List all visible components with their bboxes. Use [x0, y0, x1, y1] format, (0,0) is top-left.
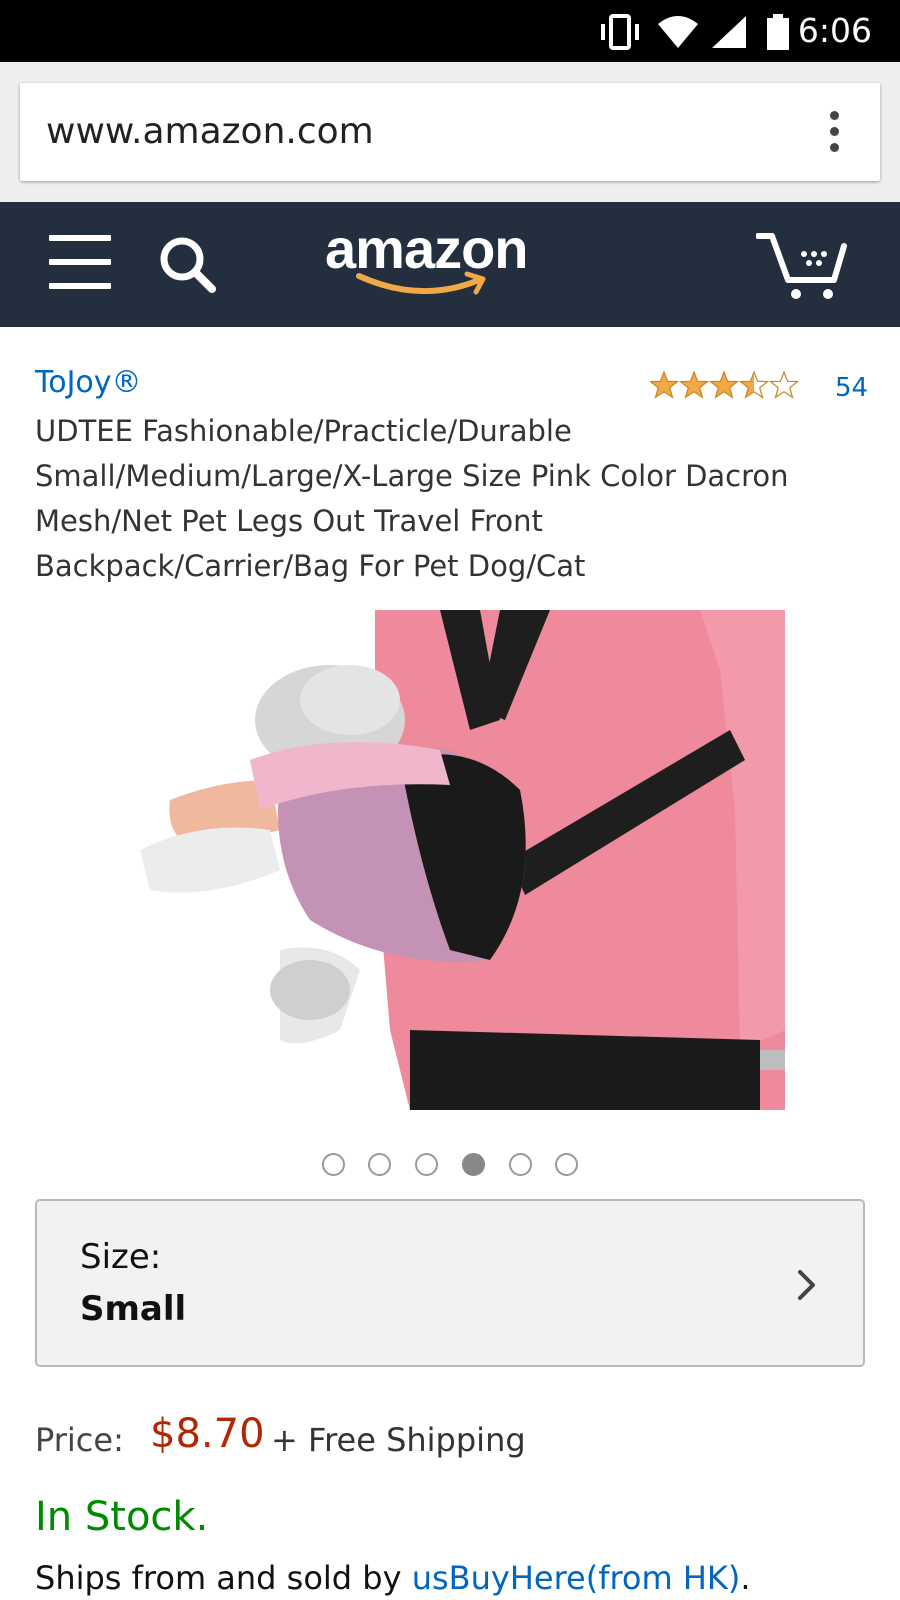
- size-selector[interactable]: Size: Small: [35, 1199, 865, 1367]
- carousel-dot[interactable]: [322, 1153, 345, 1176]
- shipping-info: + Free Shipping: [271, 1421, 526, 1459]
- product-title: UDTEE Fashionable/Practicle/Durable Smal…: [35, 414, 789, 583]
- menu-icon[interactable]: [49, 235, 111, 289]
- url-text[interactable]: www.amazon.com: [46, 111, 374, 152]
- search-icon[interactable]: [158, 235, 220, 297]
- overflow-menu-icon[interactable]: [828, 111, 840, 155]
- product-image[interactable]: [120, 610, 785, 1110]
- browser-toolbar: www.amazon.com: [0, 62, 900, 202]
- rating[interactable]: 54: [650, 369, 870, 405]
- logo-smile-icon: [356, 271, 486, 295]
- carousel-dot[interactable]: [509, 1153, 532, 1176]
- price-label: Price:: [35, 1421, 124, 1459]
- wifi-icon: [658, 16, 698, 48]
- clock: 6:06: [797, 11, 872, 50]
- size-value: Small: [80, 1289, 187, 1329]
- cart-icon[interactable]: [756, 230, 850, 302]
- stock-status: In Stock.: [35, 1494, 209, 1540]
- seller-info: Ships from and sold by usBuyHere(from HK…: [35, 1559, 751, 1597]
- price-value: $8.70: [150, 1411, 265, 1457]
- amazon-logo[interactable]: amazon: [325, 217, 575, 310]
- star-rating-icon: [650, 371, 799, 398]
- carousel-dot-active[interactable]: [462, 1153, 485, 1176]
- ships-suffix: .: [740, 1559, 751, 1597]
- product-detail: ToJoy® 54 UDTEE Fashionable/Practicle/Du…: [0, 327, 900, 1600]
- signal-icon: [712, 16, 746, 48]
- chevron-right-icon: [798, 1270, 815, 1300]
- carousel-dot[interactable]: [555, 1153, 578, 1176]
- review-count[interactable]: 54: [835, 373, 868, 403]
- carousel-dot[interactable]: [415, 1153, 438, 1176]
- address-bar[interactable]: www.amazon.com: [20, 83, 880, 181]
- battery-icon: [767, 14, 789, 50]
- carousel-dot[interactable]: [368, 1153, 391, 1176]
- size-label: Size:: [80, 1237, 162, 1277]
- seller-link[interactable]: usBuyHere(from HK): [412, 1559, 741, 1597]
- ships-prefix: Ships from and sold by: [35, 1559, 412, 1597]
- status-bar: 6:06: [0, 0, 900, 62]
- vibrate-icon: [601, 14, 639, 50]
- brand-link[interactable]: ToJoy®: [35, 365, 142, 400]
- site-header: amazon: [0, 202, 900, 327]
